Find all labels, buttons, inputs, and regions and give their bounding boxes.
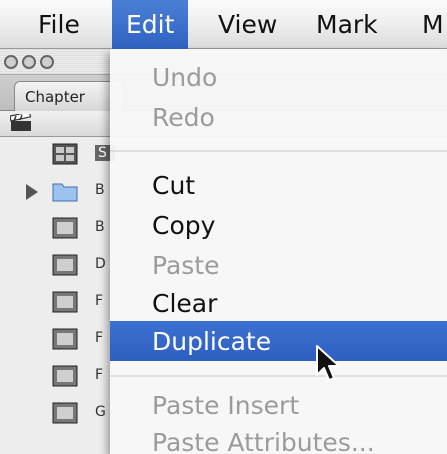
zoom-window-button[interactable] [40,55,54,69]
arrow-pointer-icon [316,345,340,381]
menu-separator [110,375,447,377]
sequence-icon [52,143,78,165]
menu-item-clear[interactable]: Clear [110,283,447,323]
menu-bar: File Edit View Mark M [0,0,447,49]
film-clip-icon [52,217,78,239]
menu-item-copy[interactable]: Copy [110,205,447,245]
menu-item-paste-insert[interactable]: Paste Insert [110,385,447,425]
film-clip-icon [52,254,78,276]
menu-item-redo[interactable]: Redo [110,97,447,137]
edit-menu: Undo Redo Cut Copy Paste Clear Duplicate… [110,49,447,454]
film-clip-icon [52,328,78,350]
menu-edit[interactable]: Edit [112,0,189,49]
menu-item-undo[interactable]: Undo [110,57,447,97]
menu-file[interactable]: File [24,0,94,49]
film-clip-icon [52,402,78,424]
close-window-button[interactable] [4,55,18,69]
tab-chapter[interactable]: Chapter [14,81,124,111]
disclosure-triangle-icon[interactable] [26,184,38,200]
menu-mark[interactable]: Mark [302,0,392,49]
menu-view[interactable]: View [204,0,291,49]
film-clip-icon [52,291,78,313]
minimize-window-button[interactable] [22,55,36,69]
menu-separator [110,150,447,152]
menu-item-paste-attributes[interactable]: Paste Attributes... [110,422,447,454]
clapperboard-icon [10,114,32,131]
menu-item-duplicate[interactable]: Duplicate [110,321,447,361]
menu-m[interactable]: M [408,0,447,49]
menu-item-paste[interactable]: Paste [110,245,447,285]
film-clip-icon [52,365,78,387]
menu-item-cut[interactable]: Cut [110,165,447,205]
folder-icon [52,183,78,202]
